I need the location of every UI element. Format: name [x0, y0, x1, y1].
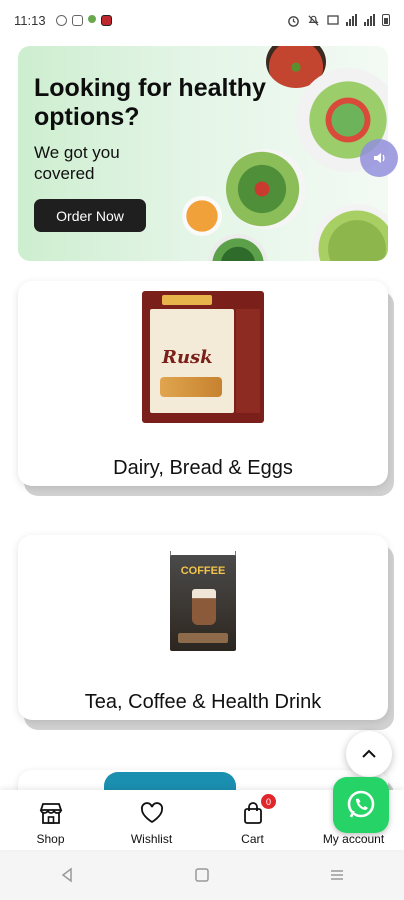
broccoli-bowl-image — [208, 234, 268, 261]
back-button[interactable] — [47, 855, 87, 895]
healthy-options-banner[interactable]: Looking for healthy options? We got you … — [18, 46, 388, 261]
battery-icon — [382, 14, 390, 26]
signal-2-icon — [364, 14, 375, 26]
back-triangle-icon — [62, 867, 73, 883]
nav-item-wishlist[interactable]: Wishlist — [101, 790, 202, 850]
coffee-cup-image — [192, 589, 216, 625]
banner-title: Looking for healthy options? — [34, 74, 266, 131]
menu-lines-icon — [330, 870, 343, 880]
app-badge-icon — [100, 14, 112, 26]
puree-bowl-image — [182, 196, 222, 236]
alarm-icon — [288, 15, 299, 27]
coffee-poster-image: COFFEE — [170, 555, 236, 651]
coffee-beans — [178, 633, 228, 643]
heart-icon — [139, 800, 165, 826]
category-label: Dairy, Bread & Eggs — [113, 457, 293, 479]
volte-icon — [327, 15, 339, 25]
rusk-side-panel — [236, 309, 260, 413]
nav-label-wishlist: Wishlist — [130, 832, 173, 846]
rusk-package-text: Rusk — [162, 347, 213, 368]
store-icon — [38, 800, 64, 826]
chevron-up-icon — [362, 749, 376, 758]
notification-icons — [55, 14, 112, 26]
coffee-poster-text: COFFEE — [180, 565, 226, 577]
mute-icon — [308, 14, 319, 26]
category-card-tea-coffee[interactable]: COFFEE Tea, Coffee & Health Drink — [18, 535, 388, 720]
nav-label-shop: Shop — [36, 832, 65, 846]
rusk-brand-strip — [162, 295, 212, 305]
speaker-icon[interactable] — [360, 139, 398, 177]
nav-item-cart[interactable]: 0 Cart — [202, 790, 303, 850]
whatsapp-chat-button[interactable] — [333, 777, 389, 833]
category-label: Tea, Coffee & Health Drink — [84, 691, 322, 713]
status-left: 11:13 — [14, 13, 112, 28]
salad-bowl-image — [226, 149, 306, 229]
status-bar: 11:13 — [0, 0, 404, 40]
instagram-notification-icon — [71, 14, 83, 26]
whatsapp-icon — [347, 790, 375, 818]
whatsapp-notification-icon — [55, 14, 67, 26]
guacamole-bowl-image — [312, 204, 388, 261]
order-now-button[interactable]: Order Now — [34, 199, 146, 232]
signal-1-icon — [346, 14, 357, 26]
system-navigation-bar — [0, 850, 404, 900]
rusk-slices — [160, 377, 222, 397]
status-time: 11:13 — [14, 12, 46, 28]
cart-count-badge: 0 — [261, 794, 276, 809]
home-button[interactable] — [182, 855, 222, 895]
category-card-dairy[interactable]: Rusk Dairy, Bread & Eggs — [18, 281, 388, 486]
home-square-icon — [195, 868, 209, 882]
rusk-product-image: Rusk — [142, 291, 264, 423]
app-notification-icon — [87, 14, 96, 23]
rusk-front-panel: Rusk — [150, 309, 234, 413]
status-right — [287, 14, 390, 27]
recents-button[interactable] — [317, 855, 357, 895]
nav-label-cart: Cart — [241, 832, 264, 846]
nav-label-my-account: My account — [322, 832, 385, 846]
nav-item-shop[interactable]: Shop — [0, 790, 101, 850]
banner-subtitle: We got you covered — [34, 143, 120, 183]
scroll-to-top-button[interactable] — [346, 731, 392, 777]
